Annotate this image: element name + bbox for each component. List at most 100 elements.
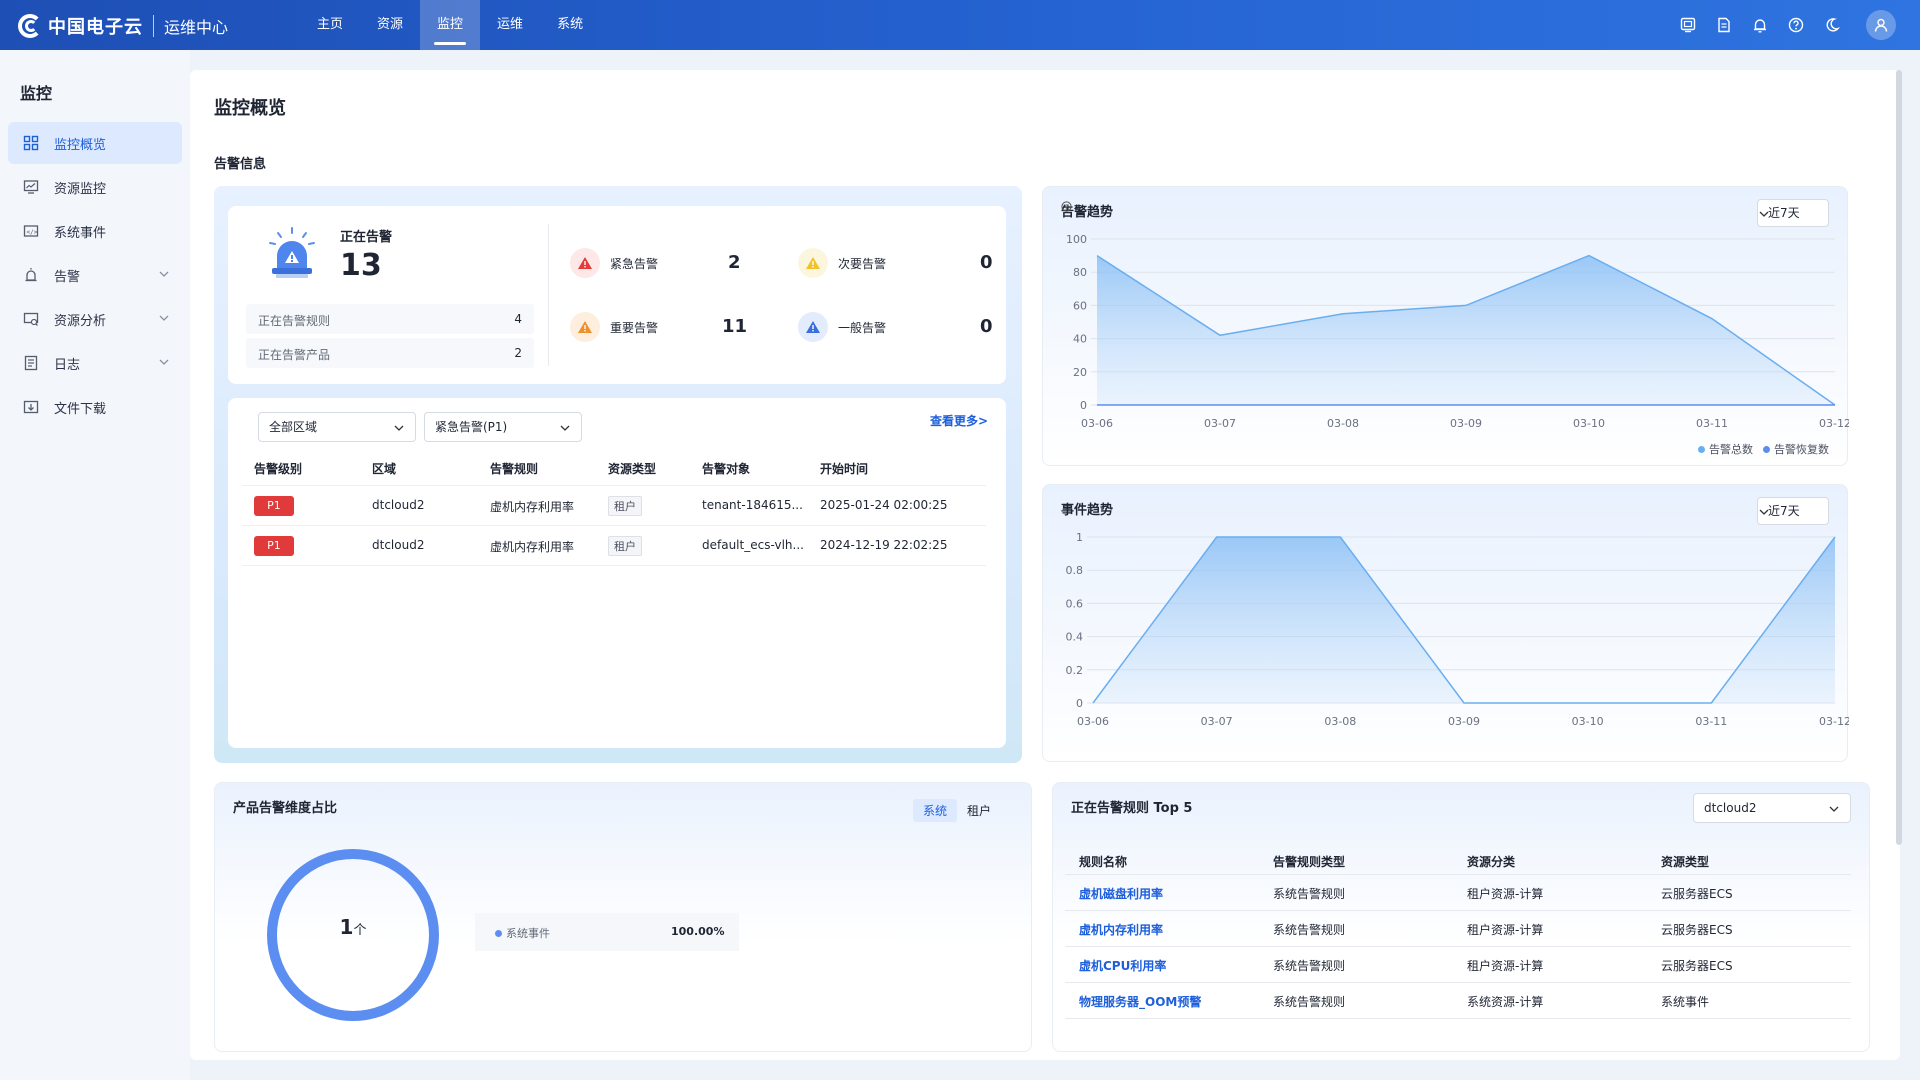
series-area: [1097, 255, 1835, 405]
x-tick-label: 03-08: [1324, 715, 1356, 728]
grid-icon: [22, 134, 40, 152]
sidebar-item-resource-monitor[interactable]: 资源监控: [8, 166, 182, 208]
sidebar-item-system-events[interactable]: </> 系统事件: [8, 210, 182, 252]
rule-name-link[interactable]: 虚机CPU利用率: [1079, 957, 1166, 974]
level-label: 次要告警: [838, 256, 887, 271]
cell-resource: 云服务器ECS: [1661, 887, 1733, 901]
alarm-trend-title: 告警趋势 ?: [1061, 201, 1113, 220]
level-critical-count: 2: [728, 252, 741, 273]
sidebar-item-label: 资源分析: [54, 313, 107, 329]
y-tick-label: 1: [1076, 531, 1083, 544]
region-select[interactable]: 全部区域: [258, 412, 416, 442]
region-select-top[interactable]: dtcloud2: [1693, 793, 1851, 823]
nav-system[interactable]: 系统: [540, 0, 600, 50]
cell-rule-type: 系统告警规则: [1273, 995, 1346, 1009]
level-select[interactable]: 紧急告警(P1): [424, 412, 582, 442]
level-general[interactable]: 一般告警: [798, 312, 886, 342]
rule-name-link[interactable]: 物理服务器_OOM预警: [1079, 993, 1201, 1010]
screen-icon[interactable]: [1670, 0, 1706, 50]
analysis-icon: [22, 310, 40, 328]
chevron-down-icon: [1829, 806, 1839, 812]
sidebar-item-alarm[interactable]: 告警: [8, 254, 182, 296]
alarm-range-select[interactable]: 近7天: [1757, 199, 1829, 227]
level-critical[interactable]: 紧急告警: [570, 248, 658, 278]
event-range-select[interactable]: 近7天: [1757, 497, 1829, 525]
chevron-down-icon: [394, 425, 404, 431]
cell-rule-type: 系统告警规则: [1273, 923, 1346, 937]
main-nav: 主页 资源 监控 运维 系统: [300, 0, 600, 50]
brand-subtitle: 运维中心: [164, 18, 229, 37]
range-value: 近7天: [1768, 206, 1800, 220]
svg-text:</>: </>: [27, 229, 38, 236]
legend-item-recovered[interactable]: 告警恢复数: [1763, 441, 1829, 457]
table-row: 虚机磁盘利用率 系统告警规则 租户资源-计算 云服务器ECS: [1065, 875, 1851, 911]
stat-label: 正在告警产品: [258, 348, 331, 362]
tab-tenant[interactable]: 租户: [957, 799, 1001, 822]
current-alarm-count: 13: [340, 248, 382, 283]
alert-list-card: 全部区域 紧急告警(P1) 查看更多> 告警级别 区域 告警规则 资源类型 告警…: [228, 398, 1006, 748]
level-select-value: 紧急告警(P1): [435, 420, 508, 434]
sidebar-item-label: 监控概览: [54, 137, 107, 153]
nav-resources[interactable]: 资源: [360, 0, 420, 50]
top-rules-panel: 正在告警规则 Top 5 dtcloud2 规则名称 告警规则类型 资源分类 资…: [1052, 782, 1870, 1052]
series-area: [1093, 537, 1835, 703]
rule-name-link[interactable]: 虚机磁盘利用率: [1079, 885, 1163, 902]
tab-system[interactable]: 系统: [912, 799, 957, 822]
table-row[interactable]: P1 dtcloud2 虚机内存利用率 租户 tenant-184615... …: [242, 486, 986, 526]
view-more-link[interactable]: 查看更多>: [930, 412, 988, 429]
col-category: 资源分类: [1467, 855, 1516, 869]
alert-table: 告警级别 区域 告警规则 资源类型 告警对象 开始时间 P1 dtcloud2 …: [242, 450, 986, 566]
y-tick-label: 100: [1066, 233, 1087, 246]
legend-percent: 100.00%: [671, 925, 725, 938]
chevron-down-icon: [159, 359, 169, 365]
monitor-icon: [22, 178, 40, 196]
ratio-total: 1个: [267, 915, 439, 939]
page-scrollbar[interactable]: [1896, 70, 1902, 845]
info-icon[interactable]: ?: [1061, 201, 1072, 212]
user-avatar[interactable]: [1866, 10, 1896, 40]
x-tick-label: 03-12: [1819, 715, 1849, 728]
legend-item-total[interactable]: 告警总数: [1698, 441, 1753, 457]
nav-monitor[interactable]: 监控: [420, 0, 481, 50]
bell-icon[interactable]: [1742, 0, 1778, 50]
sidebar-item-file-download[interactable]: 文件下载: [8, 386, 182, 428]
rule-name-link[interactable]: 虚机内存利用率: [1079, 921, 1163, 938]
col-target: 告警对象: [702, 462, 751, 476]
level-minor[interactable]: 次要告警: [798, 248, 886, 278]
moon-icon[interactable]: [1814, 0, 1850, 50]
chevron-down-icon: [560, 425, 570, 431]
warning-icon: [798, 248, 828, 278]
y-tick-label: 20: [1073, 366, 1087, 379]
col-region: 区域: [372, 462, 397, 476]
cell-region: dtcloud2: [372, 538, 425, 552]
svg-text:?: ?: [1065, 202, 1069, 211]
help-icon[interactable]: [1778, 0, 1814, 50]
nav-operations[interactable]: 运维: [480, 0, 540, 50]
legend-label: 告警恢复数: [1774, 443, 1829, 456]
item-name: 系统事件: [506, 927, 550, 940]
chevron-down-icon: [159, 271, 169, 277]
select-value: dtcloud2: [1704, 801, 1757, 815]
brand-logo[interactable]: 中国电子云 运维中心: [18, 13, 228, 39]
alert-summary-card: 正在告警 13 正在告警规则 4 正在告警产品 2 紧急告警 2 次要告警 0: [228, 206, 1006, 384]
ratio-tabs: 系统 租户: [912, 799, 1001, 822]
level-major[interactable]: 重要告警: [570, 312, 658, 342]
nav-home[interactable]: 主页: [300, 0, 360, 50]
sidebar-item-log[interactable]: 日志: [8, 342, 182, 384]
alarm-trend-panel: 0 20 40 60 80 100 03-06 03-07 03-08 03-09 03-10 03-…: [1042, 186, 1849, 466]
warning-icon: [798, 312, 828, 342]
cell-category: 租户资源-计算: [1467, 923, 1544, 937]
y-tick-label: 0: [1080, 399, 1087, 412]
legend-dot: [495, 929, 502, 937]
range-value: 近7天: [1768, 504, 1800, 518]
x-tick-label: 03-06: [1077, 715, 1109, 728]
sidebar-item-resource-analysis[interactable]: 资源分析: [8, 298, 182, 340]
alert-info-panel: 正在告警 13 正在告警规则 4 正在告警产品 2 紧急告警 2 次要告警 0: [214, 186, 1022, 763]
alarm-rules-stat: 正在告警规则 4: [246, 304, 534, 334]
summary-divider: [548, 224, 549, 366]
document-icon[interactable]: [1706, 0, 1742, 50]
sidebar-item-overview[interactable]: 监控概览: [8, 122, 182, 164]
level-minor-count: 0: [980, 252, 993, 273]
table-row[interactable]: P1 dtcloud2 虚机内存利用率 租户 default_ecs-vlh..…: [242, 526, 986, 566]
stat-label: 正在告警规则: [258, 314, 331, 328]
